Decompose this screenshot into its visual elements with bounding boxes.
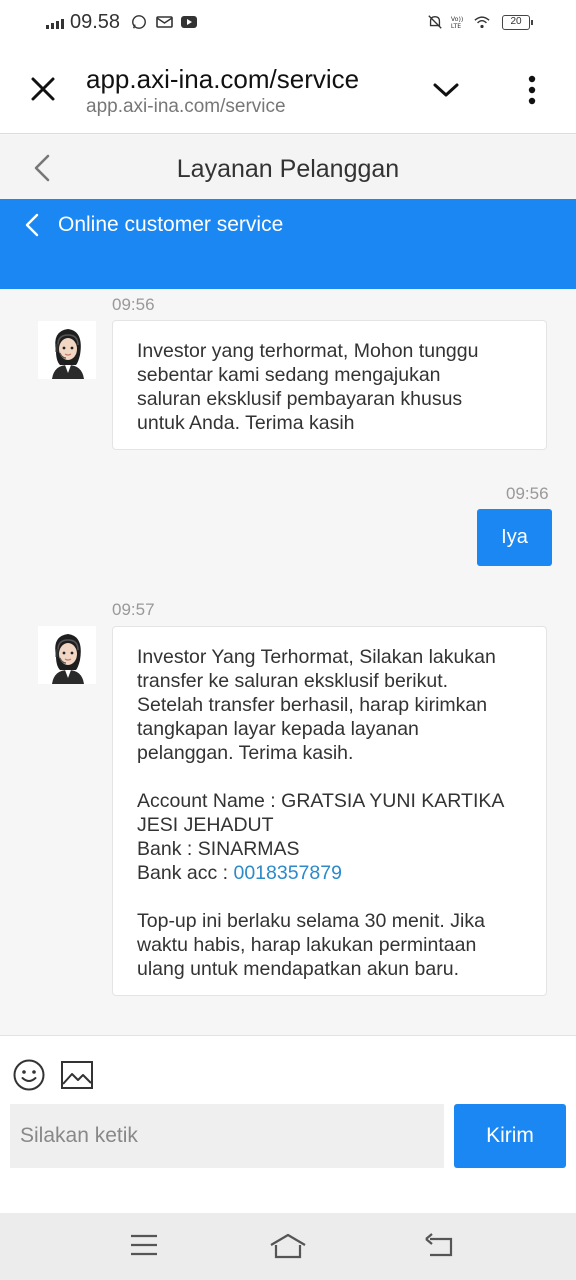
message-line: sebentar kami sedang mengajukan bbox=[137, 364, 441, 386]
image-icon[interactable] bbox=[60, 1060, 94, 1090]
message-time: 09:56 bbox=[506, 484, 549, 503]
browser-url[interactable]: app.axi-ina.com/service bbox=[86, 96, 286, 118]
message-time: 09:56 bbox=[112, 295, 155, 314]
bank-account-number-link[interactable]: 0018357879 bbox=[233, 862, 341, 884]
browser-toolbar: app.axi-ina.com/service app.axi-ina.com/… bbox=[0, 46, 576, 134]
message-line: tangkapan layar kepada layanan bbox=[137, 718, 419, 740]
message-icon bbox=[156, 16, 173, 28]
service-back-icon[interactable] bbox=[24, 213, 40, 237]
message-line: Investor yang terhormat, Mohon tunggu bbox=[137, 340, 479, 362]
message-line: saluran eksklusif pembayaran khusus bbox=[137, 388, 463, 410]
chevron-down-icon[interactable] bbox=[432, 80, 460, 100]
page-header: Layanan Pelanggan bbox=[0, 135, 576, 199]
agent-message-bubble: Investor Yang Terhormat, Silakan lakukan… bbox=[112, 626, 547, 996]
youtube-icon bbox=[181, 16, 197, 28]
more-options-icon[interactable] bbox=[522, 74, 542, 106]
chat-area[interactable]: 09:56 Investor yang terhormat, Mohon tun… bbox=[0, 289, 576, 1035]
app-screen: 09.58 Vo)) LTE 20 app.axi-ina.com/servic… bbox=[0, 0, 576, 1280]
message-input[interactable] bbox=[10, 1104, 444, 1168]
message-composer: Kirim bbox=[0, 1035, 576, 1213]
account-name-line: JESI JEHADUT bbox=[137, 814, 274, 836]
message-line: Top-up ini berlaku selama 30 menit. Jika bbox=[137, 910, 485, 932]
svg-text:LTE: LTE bbox=[451, 23, 461, 30]
service-title: Online customer service bbox=[58, 213, 284, 236]
battery-icon: 20 bbox=[502, 15, 533, 30]
send-button[interactable]: Kirim bbox=[454, 1104, 566, 1168]
whatsapp-icon bbox=[132, 15, 146, 29]
mute-icon bbox=[428, 15, 442, 29]
message-line: ulang untuk mendapatkan akun baru. bbox=[137, 958, 459, 980]
agent-message-bubble: Investor yang terhormat, Mohon tunggu se… bbox=[112, 320, 547, 450]
emoji-icon[interactable] bbox=[12, 1058, 46, 1092]
message-time: 09:57 bbox=[112, 600, 155, 619]
close-icon[interactable] bbox=[28, 74, 58, 104]
bank-account-line: Bank acc : 0018357879 bbox=[137, 861, 522, 885]
user-message-bubble: Iya bbox=[477, 509, 552, 566]
browser-page-title: app.axi-ina.com/service bbox=[86, 64, 360, 94]
bank-name: Bank : SINARMAS bbox=[137, 838, 300, 860]
menu-icon[interactable] bbox=[130, 1233, 158, 1257]
agent-avatar bbox=[38, 321, 96, 379]
message-line: untuk Anda. Terima kasih bbox=[137, 412, 355, 434]
volte-icon: Vo)) LTE bbox=[451, 16, 463, 30]
status-bar: 09.58 Vo)) LTE 20 bbox=[0, 0, 576, 46]
back-icon[interactable] bbox=[424, 1233, 454, 1259]
home-icon[interactable] bbox=[269, 1233, 307, 1259]
svg-text:Vo)): Vo)) bbox=[451, 16, 463, 23]
message-line: pelanggan. Terima kasih. bbox=[137, 742, 354, 764]
status-time: 09.58 bbox=[70, 11, 121, 33]
bank-account-label: Bank acc : bbox=[137, 862, 234, 884]
message-line: Investor Yang Terhormat, Silakan lakukan bbox=[137, 646, 496, 668]
account-name-line: Account Name : GRATSIA YUNI KARTIKA bbox=[137, 790, 505, 812]
wifi-icon bbox=[474, 16, 490, 29]
battery-level: 20 bbox=[510, 16, 522, 27]
system-nav-bar bbox=[0, 1213, 576, 1280]
agent-avatar bbox=[38, 626, 96, 684]
page-title: Layanan Pelanggan bbox=[176, 155, 400, 183]
message-line: Setelah transfer berhasil, harap kirimka… bbox=[137, 694, 488, 716]
signal-icon bbox=[46, 15, 64, 29]
message-line: waktu habis, harap lakukan permintaan bbox=[137, 934, 477, 956]
service-header: Online customer service bbox=[0, 199, 576, 289]
message-line: transfer ke saluran eksklusif berikut. bbox=[137, 670, 449, 692]
